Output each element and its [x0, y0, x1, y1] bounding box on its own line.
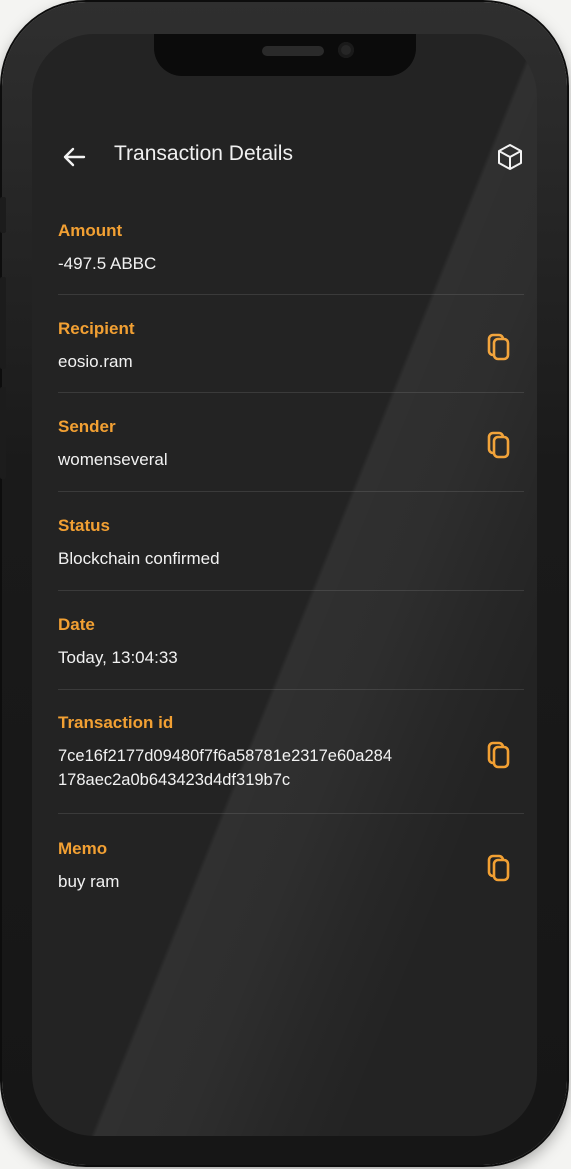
copy-transaction-id-button[interactable] — [481, 737, 517, 773]
field-value: eosio.ram — [58, 352, 133, 371]
field-value: 7ce16f2177d09480f7f6a58781e2317e60a284 1… — [58, 744, 524, 792]
explorer-button[interactable] — [489, 138, 531, 176]
field-label: Status — [58, 516, 110, 535]
divider — [58, 689, 524, 690]
transaction-id-line: 178aec2a0b643423d4df319b7c — [58, 771, 291, 789]
notch — [154, 34, 416, 76]
divider — [58, 294, 524, 295]
divider — [58, 392, 524, 393]
copy-icon — [487, 854, 510, 882]
field-value: Today, 13:04:33 — [58, 648, 178, 667]
field-label: Memo — [58, 839, 108, 858]
field-sender: Sender womenseveral — [58, 416, 524, 472]
side-button-volume-up — [0, 277, 6, 369]
screen: Transaction Details Amount -497.5 ABBC R… — [32, 34, 537, 1136]
side-button-volume-down — [0, 387, 6, 479]
field-amount: Amount -497.5 ABBC — [58, 220, 524, 276]
field-label: Date — [58, 615, 95, 634]
front-camera — [338, 42, 354, 58]
divider — [58, 813, 524, 814]
field-status: Status Blockchain confirmed — [58, 515, 524, 571]
field-value: Blockchain confirmed — [58, 549, 220, 568]
side-button-silent — [0, 197, 6, 233]
speaker-grille — [262, 46, 324, 56]
phone-frame: Transaction Details Amount -497.5 ABBC R… — [0, 2, 567, 1165]
copy-icon — [487, 333, 510, 361]
cube-icon — [498, 144, 522, 170]
field-memo: Memo buy ram — [58, 838, 524, 894]
arrow-left-icon — [63, 147, 86, 167]
screen-glare — [32, 34, 537, 1136]
field-value: buy ram — [58, 872, 120, 891]
field-label: Sender — [58, 417, 116, 436]
divider — [58, 491, 524, 492]
field-transaction-id: Transaction id 7ce16f2177d09480f7f6a5878… — [58, 712, 524, 792]
field-value: womenseveral — [58, 450, 168, 469]
back-button[interactable] — [52, 140, 96, 174]
page-title: Transaction Details — [114, 142, 293, 165]
copy-sender-button[interactable] — [481, 427, 517, 463]
field-date: Date Today, 13:04:33 — [58, 614, 524, 670]
copy-icon — [487, 741, 510, 769]
field-recipient: Recipient eosio.ram — [58, 318, 524, 374]
field-value: -497.5 ABBC — [58, 254, 157, 273]
copy-recipient-button[interactable] — [481, 329, 517, 365]
copy-memo-button[interactable] — [481, 850, 517, 886]
field-label: Recipient — [58, 319, 135, 338]
field-label: Transaction id — [58, 713, 174, 732]
app-header: Transaction Details — [32, 134, 537, 178]
field-label: Amount — [58, 221, 123, 240]
copy-icon — [487, 431, 510, 459]
transaction-id-line: 7ce16f2177d09480f7f6a58781e2317e60a284 — [58, 747, 393, 765]
divider — [58, 590, 524, 591]
